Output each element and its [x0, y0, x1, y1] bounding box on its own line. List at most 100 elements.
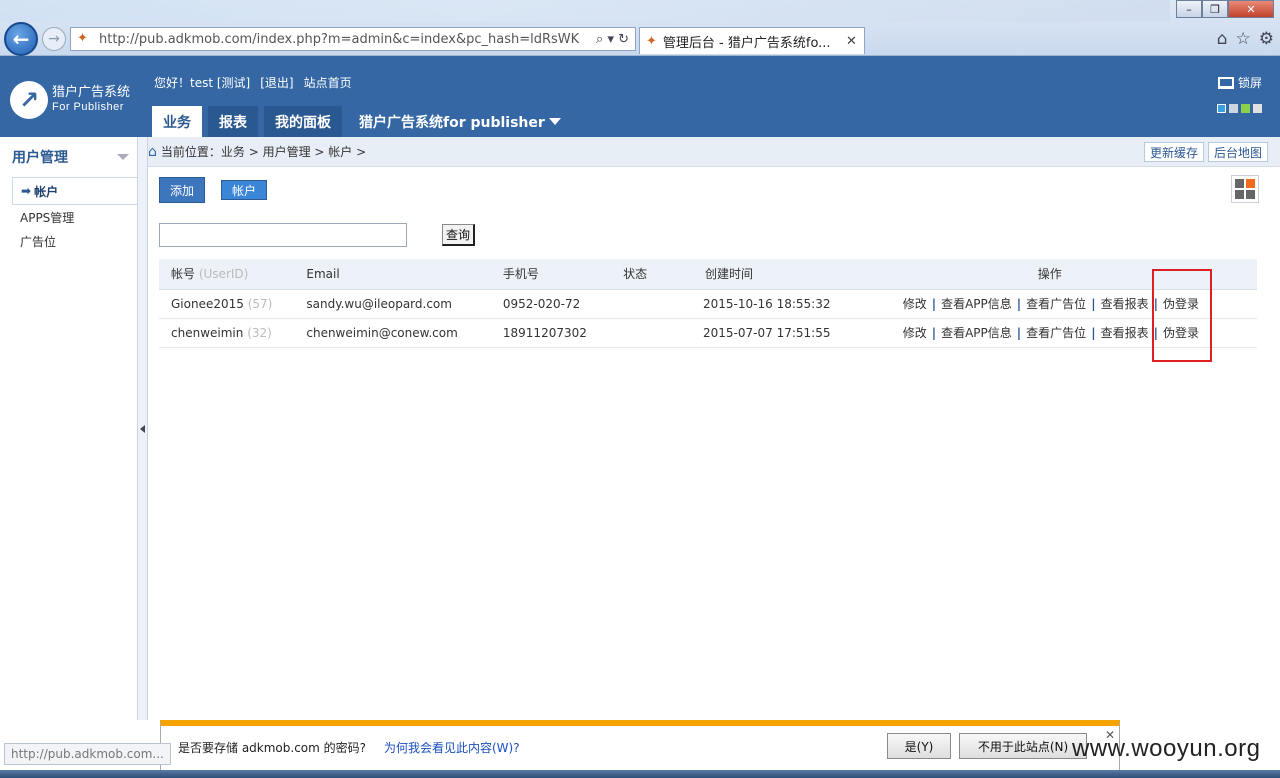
view-report-link[interactable]: 查看报表	[1101, 326, 1149, 340]
tab-reports[interactable]: 报表	[208, 106, 258, 137]
blurred-toolbar	[0, 0, 1170, 22]
view-adslot-link[interactable]: 查看广告位	[1026, 326, 1086, 340]
search-row: 查询	[159, 223, 476, 247]
sidebar-item-apps[interactable]: APPS管理	[0, 205, 137, 229]
add-button[interactable]: 添加	[159, 177, 206, 203]
cell-phone: 0952-020-72	[490, 289, 612, 319]
skin-blue[interactable]	[1217, 104, 1226, 113]
search-refresh-icon[interactable]: ⌕ ▾ ↻	[583, 32, 635, 47]
sidebar-section-label: 用户管理	[12, 150, 68, 166]
collapse-left-icon	[140, 424, 145, 433]
favorites-star-icon[interactable]: ☆	[1236, 29, 1251, 49]
query-button[interactable]: 查询	[442, 224, 476, 246]
action-bar: 添加 帐户	[159, 177, 268, 203]
watermark: www.wooyun.org	[1072, 735, 1261, 762]
skin-switcher	[1217, 104, 1262, 113]
browser-tab[interactable]: ✦ 管理后台 - 猎户广告系统fo... ✕	[639, 27, 865, 54]
sidebar: 用户管理 ➡ 帐户 APPS管理 广告位	[0, 137, 138, 720]
home-icon: ⌂	[148, 143, 157, 160]
breadcrumb-text: 当前位置：业务 > 用户管理 > 帐户 >	[160, 145, 367, 159]
browser-chrome: – ❐ ✕ ← → ✦ http://pub.adkmob.com/index.…	[0, 0, 1280, 56]
url-text: http://pub.adkmob.com/index.php?m=admin&…	[99, 31, 580, 47]
status-bar-url: http://pub.adkmob.com...	[4, 743, 171, 765]
browser-tools: ⌂ ☆ ⚙	[1217, 29, 1274, 49]
home-icon[interactable]: ⌂	[1217, 29, 1228, 49]
cell-status	[611, 318, 704, 348]
sidebar-section-title[interactable]: 用户管理	[0, 137, 137, 177]
cell-ops: 修改 | 查看APP信息 | 查看广告位 | 查看报表 | 伪登录	[902, 289, 1257, 319]
address-bar[interactable]: ✦ http://pub.adkmob.com/index.php?m=admi…	[70, 27, 636, 51]
main-nav-tabs: 业务 报表 我的面板 猎户广告系统for publisher	[152, 106, 572, 137]
cell-account: chenweimin (32)	[159, 318, 295, 348]
view-adslot-link[interactable]: 查看广告位	[1026, 297, 1086, 311]
col-email: Email	[294, 259, 491, 290]
monitor-icon	[1217, 76, 1234, 89]
greeting-text: 您好！test [测试]	[154, 76, 251, 90]
col-account: 帐号 (UserID)	[159, 259, 295, 290]
edit-link[interactable]: 修改	[903, 326, 927, 340]
lock-screen-button[interactable]: 锁屏	[1217, 74, 1262, 91]
accounts-table: 帐号 (UserID) Email 手机号 状态 创建时间 操作 Gionee2…	[159, 259, 1257, 348]
sidebar-item-account[interactable]: ➡ 帐户	[12, 177, 137, 205]
tab-business[interactable]: 业务	[152, 106, 202, 137]
forward-button[interactable]: →	[42, 27, 66, 51]
cell-email: chenweimin@conew.com	[294, 318, 491, 348]
save-password-never-button[interactable]: 不用于此站点(N)	[959, 733, 1087, 759]
logo: ↗ 猎户广告系统 For Publisher	[10, 80, 140, 120]
gear-icon[interactable]: ⚙	[1259, 29, 1274, 49]
password-save-question: 是否要存储 adkmob.com 的密码?	[178, 741, 367, 755]
impersonate-login-link[interactable]: 伪登录	[1163, 297, 1199, 311]
sidebar-item-label: 帐户	[34, 184, 59, 199]
edit-link[interactable]: 修改	[903, 297, 927, 311]
cell-created: 2015-07-07 17:51:55	[703, 318, 903, 348]
minimize-button[interactable]: –	[1176, 0, 1202, 18]
tab-close-icon[interactable]: ✕	[846, 34, 864, 49]
why-see-this-link[interactable]: 为何我会看见此内容(W)?	[384, 739, 520, 756]
site-home-link[interactable]: 站点首页	[304, 74, 352, 91]
backend-map-button[interactable]: 后台地图	[1207, 142, 1268, 162]
save-password-yes-button[interactable]: 是(Y)	[887, 733, 951, 759]
cell-account: Gionee2015 (57)	[159, 289, 295, 319]
view-report-link[interactable]: 查看报表	[1101, 297, 1149, 311]
col-created: 创建时间	[703, 259, 903, 290]
maximize-button[interactable]: ❐	[1202, 0, 1228, 18]
main-content: ⌂ 当前位置：业务 > 用户管理 > 帐户 > 更新缓存 后台地图 添加 帐户 …	[148, 137, 1280, 720]
logo-title: 猎户广告系统	[52, 85, 131, 100]
view-app-info-link[interactable]: 查看APP信息	[941, 297, 1012, 311]
cell-status	[611, 289, 704, 319]
account-button[interactable]: 帐户	[221, 180, 268, 200]
back-button[interactable]: ←	[4, 22, 38, 56]
impersonate-login-link[interactable]: 伪登录	[1163, 326, 1199, 340]
logo-subtitle: For Publisher	[52, 101, 124, 113]
cell-email: sandy.wu@ileopard.com	[294, 289, 491, 319]
lock-screen-label: 锁屏	[1237, 76, 1262, 90]
close-window-button[interactable]: ✕	[1228, 0, 1274, 18]
tab-system-dropdown[interactable]: 猎户广告系统for publisher	[348, 106, 572, 137]
site-favicon-icon: ✦	[77, 31, 88, 46]
tab-title: 管理后台 - 猎户广告系统fo...	[662, 35, 831, 51]
skin-green[interactable]	[1241, 104, 1250, 113]
refresh-cache-button[interactable]: 更新缓存	[1143, 142, 1204, 162]
sidebar-collapse-handle[interactable]	[138, 137, 148, 720]
user-bar: 您好！test [测试] [退出] 站点首页	[154, 74, 352, 91]
skin-silver[interactable]	[1253, 104, 1262, 113]
table-row: chenweimin (32) chenweimin@conew.com 189…	[159, 318, 1257, 348]
sidebar-item-adslot[interactable]: 广告位	[0, 229, 137, 253]
skin-gray[interactable]	[1229, 104, 1238, 113]
tab-favicon-icon: ✦	[646, 33, 657, 49]
logout-link[interactable]: [退出]	[260, 74, 293, 91]
view-app-info-link[interactable]: 查看APP信息	[941, 326, 1012, 340]
col-phone: 手机号	[490, 259, 612, 290]
app-header: ↗ 猎户广告系统 For Publisher 您好！test [测试] [退出]…	[0, 56, 1280, 137]
search-input[interactable]	[159, 223, 407, 247]
tab-system-label: 猎户广告系统for publisher	[359, 114, 545, 131]
taskbar	[0, 770, 1280, 778]
table-row: Gionee2015 (57) sandy.wu@ileopard.com 09…	[159, 289, 1257, 319]
tab-my-panel[interactable]: 我的面板	[264, 106, 342, 137]
cell-phone: 18911207302	[490, 318, 612, 348]
layout-download-icon[interactable]	[1231, 175, 1259, 203]
breadcrumb: ⌂ 当前位置：业务 > 用户管理 > 帐户 > 更新缓存 后台地图	[148, 137, 1280, 167]
table-header-row: 帐号 (UserID) Email 手机号 状态 创建时间 操作	[159, 259, 1257, 290]
cell-created: 2015-10-16 18:55:32	[703, 289, 903, 319]
col-ops: 操作	[902, 259, 1257, 290]
